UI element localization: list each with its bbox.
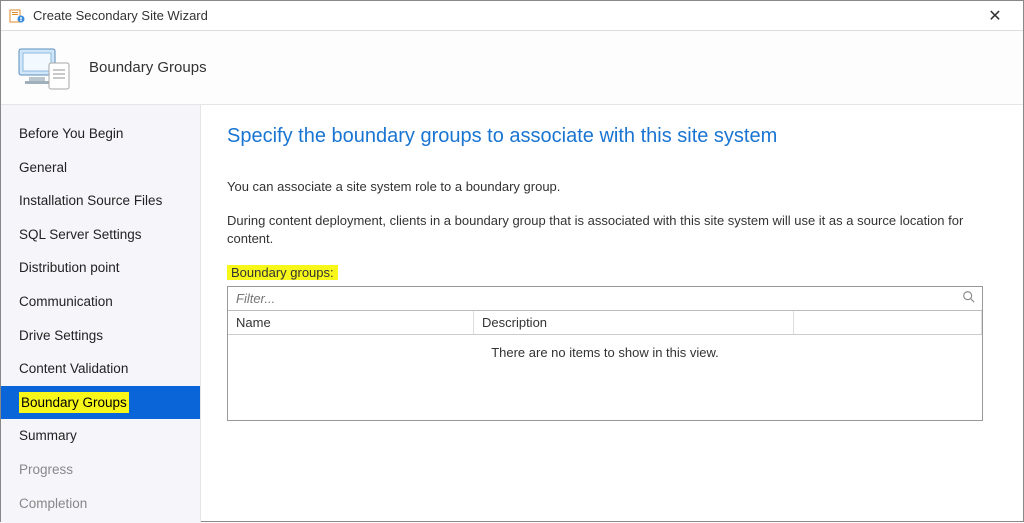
table-header: Name Description [228, 311, 982, 335]
sidebar-item-drive-settings[interactable]: Drive Settings [1, 319, 200, 353]
sidebar-item-progress: Progress [1, 453, 200, 487]
page-title: Boundary Groups [89, 59, 207, 76]
content-pane: Specify the boundary groups to associate… [201, 105, 1023, 523]
wizard-steps-sidebar: Before You Begin General Installation So… [1, 105, 201, 523]
filter-input[interactable] [228, 287, 956, 310]
sidebar-item-completion: Completion [1, 487, 200, 521]
sidebar-item-before-you-begin[interactable]: Before You Begin [1, 117, 200, 151]
sidebar-item-distribution-point[interactable]: Distribution point [1, 251, 200, 285]
content-paragraph-2: During content deployment, clients in a … [227, 212, 993, 248]
app-icon [9, 8, 25, 24]
sidebar-item-general[interactable]: General [1, 151, 200, 185]
sidebar-item-label: Drive Settings [19, 328, 103, 343]
column-header-spacer [794, 311, 982, 334]
sidebar-item-label: Completion [19, 496, 87, 511]
wizard-header: Boundary Groups [1, 31, 1023, 105]
sidebar-item-label: Summary [19, 428, 77, 443]
filter-row [228, 287, 982, 311]
empty-table-message: There are no items to show in this view. [228, 335, 982, 420]
sidebar-item-sql-server-settings[interactable]: SQL Server Settings [1, 218, 200, 252]
sidebar-item-label: Progress [19, 462, 73, 477]
column-header-description[interactable]: Description [474, 311, 794, 334]
boundary-groups-table: Name Description There are no items to s… [227, 286, 983, 421]
boundary-groups-label: Boundary groups: [227, 265, 338, 280]
search-icon[interactable] [956, 290, 982, 307]
sidebar-item-communication[interactable]: Communication [1, 285, 200, 319]
sidebar-item-installation-source-files[interactable]: Installation Source Files [1, 184, 200, 218]
close-icon[interactable]: ✕ [975, 6, 1015, 26]
content-paragraph-1: You can associate a site system role to … [227, 178, 993, 196]
sidebar-item-label: Communication [19, 294, 113, 309]
sidebar-item-content-validation[interactable]: Content Validation [1, 352, 200, 386]
sidebar-item-summary[interactable]: Summary [1, 419, 200, 453]
sidebar-item-label: Installation Source Files [19, 193, 162, 208]
sidebar-item-label: SQL Server Settings [19, 227, 142, 242]
wizard-icon [17, 43, 73, 93]
content-heading: Specify the boundary groups to associate… [227, 125, 993, 148]
sidebar-item-label: Content Validation [19, 361, 128, 376]
sidebar-item-label: Boundary Groups [19, 392, 129, 414]
column-header-name[interactable]: Name [228, 311, 474, 334]
sidebar-item-boundary-groups[interactable]: Boundary Groups [1, 386, 200, 420]
sidebar-item-label: Before You Begin [19, 126, 123, 141]
window-title: Create Secondary Site Wizard [33, 8, 975, 23]
titlebar: Create Secondary Site Wizard ✕ [1, 1, 1023, 31]
sidebar-item-label: Distribution point [19, 260, 120, 275]
sidebar-item-label: General [19, 160, 67, 175]
